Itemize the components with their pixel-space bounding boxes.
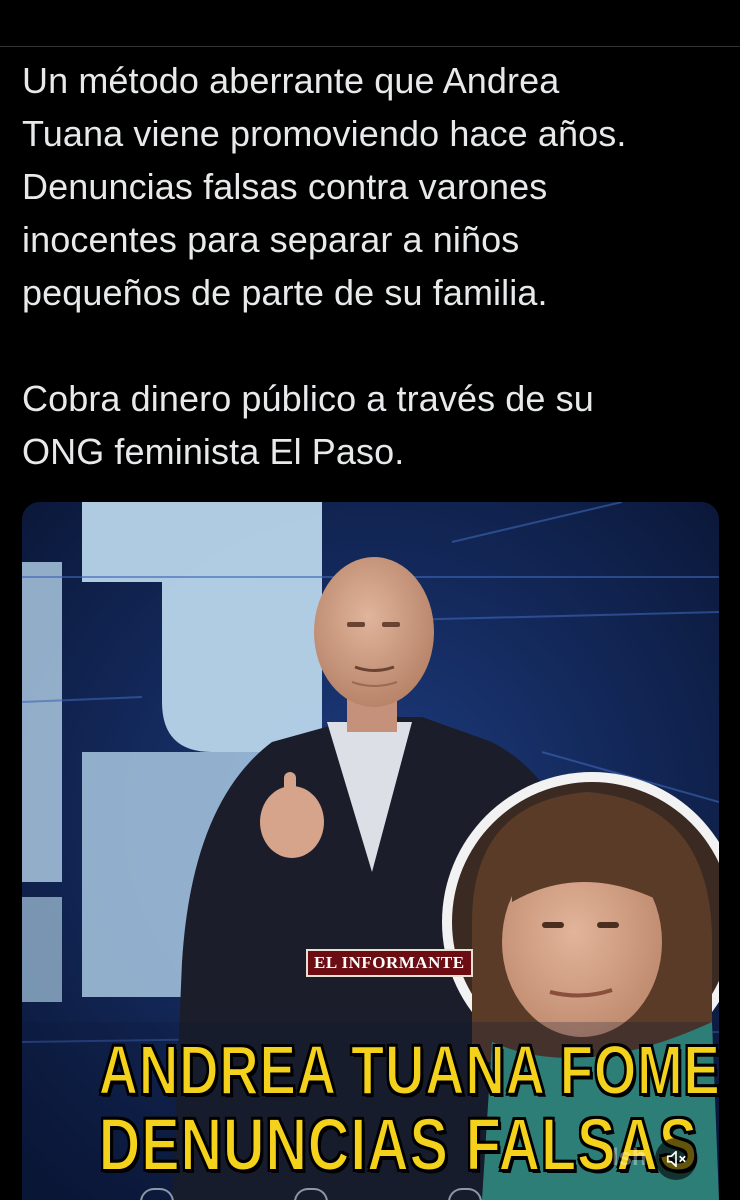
corner-watermark: lsh xyxy=(612,1144,647,1171)
tweet-line: ONG feminista El Paso. xyxy=(22,431,405,472)
tweet-line: Tuana viene promoviendo hace años. xyxy=(22,113,627,154)
repost-icon[interactable] xyxy=(294,1188,328,1200)
video-player[interactable]: EL INFORMANTE ANDREA TUANA FOMENTA DENUN… xyxy=(22,502,719,1200)
tweet-text: Un método aberrante que Andrea Tuana vie… xyxy=(22,54,722,478)
reply-icon[interactable] xyxy=(140,1188,174,1200)
tweet-line: Un método aberrante que Andrea xyxy=(22,60,560,101)
top-divider xyxy=(0,46,740,47)
tweet-line: Denuncias falsas contra varones xyxy=(22,166,548,207)
action-bar-partial xyxy=(140,1188,620,1200)
muted-speaker-icon xyxy=(666,1150,686,1168)
like-icon[interactable] xyxy=(448,1188,482,1200)
caption-line-1: ANDREA TUANA FOMENTA xyxy=(98,1030,719,1110)
caption-line-2: DENUNCIAS FALSAS xyxy=(98,1102,699,1187)
mute-button[interactable] xyxy=(655,1138,697,1180)
tweet-line: inocentes para separar a niños xyxy=(22,219,520,260)
tweet-line: pequeños de parte de su familia. xyxy=(22,272,548,313)
tweet-line: Cobra dinero público a través de su xyxy=(22,378,594,419)
channel-watermark: EL INFORMANTE xyxy=(306,949,473,977)
